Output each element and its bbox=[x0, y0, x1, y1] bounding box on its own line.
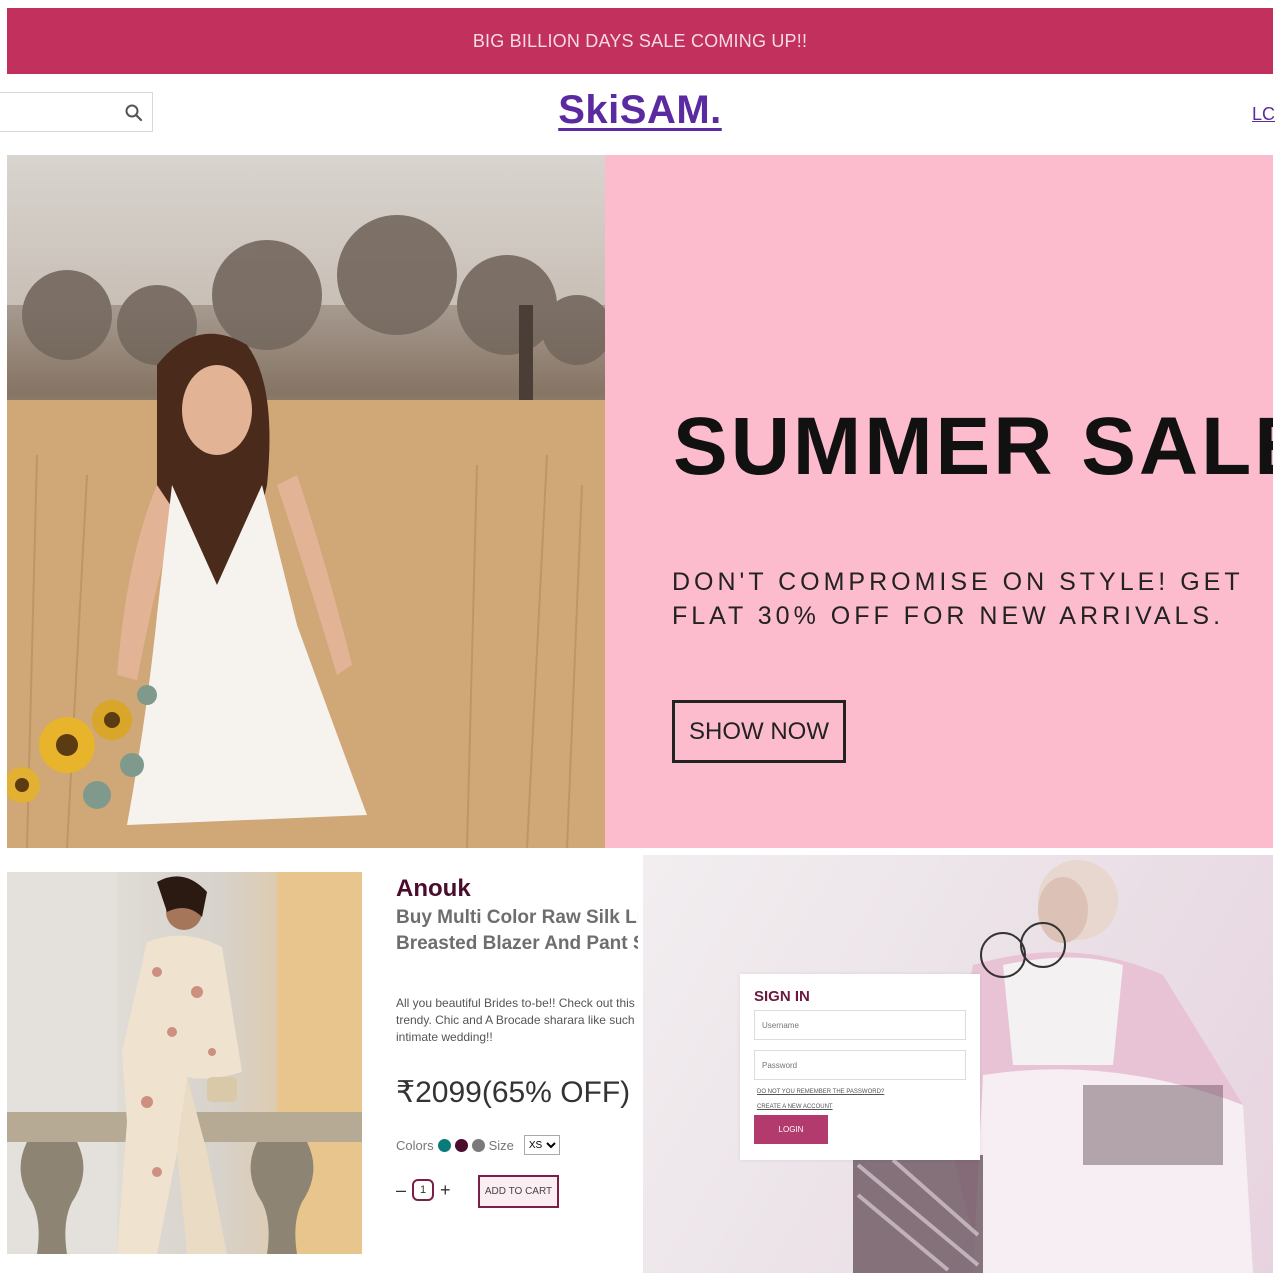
create-account-link[interactable]: CREATE A NEW ACCOUNT bbox=[757, 1104, 833, 1110]
hero-image bbox=[7, 155, 605, 848]
search-input[interactable] bbox=[0, 93, 112, 131]
search-box bbox=[0, 92, 153, 132]
product-options: Colors Size XS bbox=[396, 1135, 560, 1155]
hero-panel: SUMMER SALE DON'T COMPROMISE ON STYLE! G… bbox=[605, 155, 1273, 848]
logo[interactable]: SkiSAM. bbox=[558, 88, 722, 133]
hero-subtitle: DON'T COMPROMISE ON STYLE! GET FLAT 30% … bbox=[672, 568, 1244, 630]
color-swatch-teal[interactable] bbox=[437, 1138, 451, 1152]
quantity-decrement-button[interactable]: – bbox=[396, 1180, 406, 1201]
password-field[interactable] bbox=[754, 1050, 966, 1080]
quantity-value[interactable]: 1 bbox=[412, 1179, 435, 1201]
product-image bbox=[7, 872, 362, 1254]
product-photo-illustration bbox=[7, 872, 362, 1254]
forgot-password-link[interactable]: DO NOT YOU REMEMBER THE PASSWORD? bbox=[757, 1089, 884, 1095]
hero-photo-illustration bbox=[7, 215, 605, 848]
product-price: ₹2099(65% OFF) bbox=[396, 1076, 631, 1109]
announcement-bar: BIG BILLION DAYS SALE COMING UP!! bbox=[7, 8, 1273, 74]
signin-card: SIGN IN DO NOT YOU REMEMBER THE PASSWORD… bbox=[740, 974, 980, 1160]
signin-title: SIGN IN bbox=[754, 988, 810, 1005]
login-button[interactable]: LOGIN bbox=[754, 1115, 828, 1144]
quantity-stepper: – 1 + bbox=[396, 1179, 451, 1201]
product-description: All you beautiful Brides to-be!! Check o… bbox=[396, 996, 638, 1044]
quantity-increment-button[interactable]: + bbox=[440, 1180, 451, 1201]
show-now-button[interactable]: SHOW NOW bbox=[672, 700, 846, 763]
product-brand: Anouk bbox=[396, 875, 471, 902]
product-info: Anouk Buy Multi Color Raw Silk Lining: D… bbox=[362, 855, 638, 1265]
announcement-text: BIG BILLION DAYS SALE COMING UP!! bbox=[472, 30, 808, 51]
add-to-cart-button[interactable]: ADD TO CART bbox=[478, 1175, 559, 1208]
colors-label: Colors bbox=[396, 1137, 434, 1153]
hero-title: SUMMER SALE bbox=[673, 401, 1273, 492]
username-field[interactable] bbox=[754, 1010, 966, 1040]
product-name: Buy Multi Color Raw Silk Lining: Double … bbox=[396, 907, 638, 954]
search-icon[interactable] bbox=[124, 103, 144, 123]
login-link[interactable]: LC bbox=[1252, 104, 1275, 125]
logo-wrapper: SkiSAM. bbox=[0, 88, 1280, 133]
size-label: Size bbox=[488, 1137, 514, 1153]
color-swatch-grey[interactable] bbox=[471, 1138, 485, 1152]
size-select[interactable]: XS bbox=[523, 1135, 560, 1155]
page: BIG BILLION DAYS SALE COMING UP!! SkiSAM… bbox=[0, 0, 1280, 1280]
color-swatch-maroon[interactable] bbox=[454, 1138, 468, 1152]
